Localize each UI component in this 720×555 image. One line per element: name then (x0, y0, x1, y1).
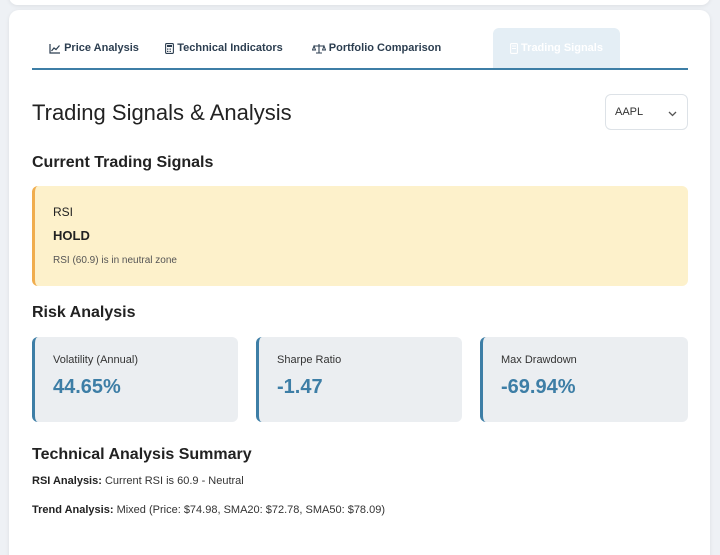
metric-value: 44.65% (53, 376, 121, 398)
line-chart-icon (49, 43, 61, 54)
ticker-select[interactable]: AAPL (605, 94, 688, 130)
risk-card-sharpe-ratio: Sharpe Ratio -1.47 (256, 337, 462, 422)
tab-price-analysis[interactable]: Price Analysis (32, 28, 156, 68)
tab-label: Price Analysis (64, 42, 139, 54)
chevron-down-icon (668, 108, 677, 120)
tab-label: Portfolio Comparison (328, 42, 442, 54)
tab-technical-indicators[interactable]: Technical Indicators (156, 28, 292, 68)
signal-action: HOLD (53, 228, 90, 243)
signal-card-rsi: RSI HOLD RSI (60.9) is in neutral zone (32, 186, 688, 286)
summary-trend-text: Mixed (Price: $74.98, SMA20: $72.78, SMA… (116, 504, 386, 516)
metric-label: Max Drawdown (501, 354, 577, 366)
summary-section-title: Technical Analysis Summary (32, 446, 252, 463)
ticker-select-value: AAPL (615, 106, 644, 118)
summary-rsi-line: RSI Analysis: Current RSI is 60.9 - Neut… (32, 475, 244, 487)
trading-signals-icon (510, 42, 518, 54)
top-card (9, 0, 710, 5)
tab-label: Trading Signals (521, 42, 603, 54)
metric-value: -69.94% (501, 376, 576, 398)
metric-label: Volatility (Annual) (53, 354, 138, 366)
summary-rsi-label: RSI Analysis: (32, 475, 102, 487)
signals-section-title: Current Trading Signals (32, 154, 214, 171)
summary-trend-label: Trend Analysis: (32, 504, 114, 516)
tab-trading-signals[interactable]: Trading Signals (493, 28, 620, 68)
page-title: Trading Signals & Analysis (32, 100, 292, 125)
risk-section-title: Risk Analysis (32, 304, 136, 321)
risk-card-volatility: Volatility (Annual) 44.65% (32, 337, 238, 422)
tab-bar: Price Analysis Technical Indicators Port… (32, 28, 688, 70)
metric-value: -1.47 (277, 376, 323, 398)
calculator-icon (165, 42, 175, 54)
scale-icon (311, 43, 326, 54)
summary-trend-line: Trend Analysis: Mixed (Price: $74.98, SM… (32, 504, 385, 516)
tab-portfolio-comparison[interactable]: Portfolio Comparison (292, 28, 461, 68)
metric-label: Sharpe Ratio (277, 354, 342, 366)
main-card: Price Analysis Technical Indicators Port… (9, 10, 710, 555)
risk-card-max-drawdown: Max Drawdown -69.94% (480, 337, 688, 422)
signal-description: RSI (60.9) is in neutral zone (53, 255, 177, 266)
summary-rsi-text: Current RSI is 60.9 - Neutral (104, 475, 244, 487)
signal-indicator: RSI (53, 205, 74, 219)
tab-label: Technical Indicators (177, 42, 283, 54)
